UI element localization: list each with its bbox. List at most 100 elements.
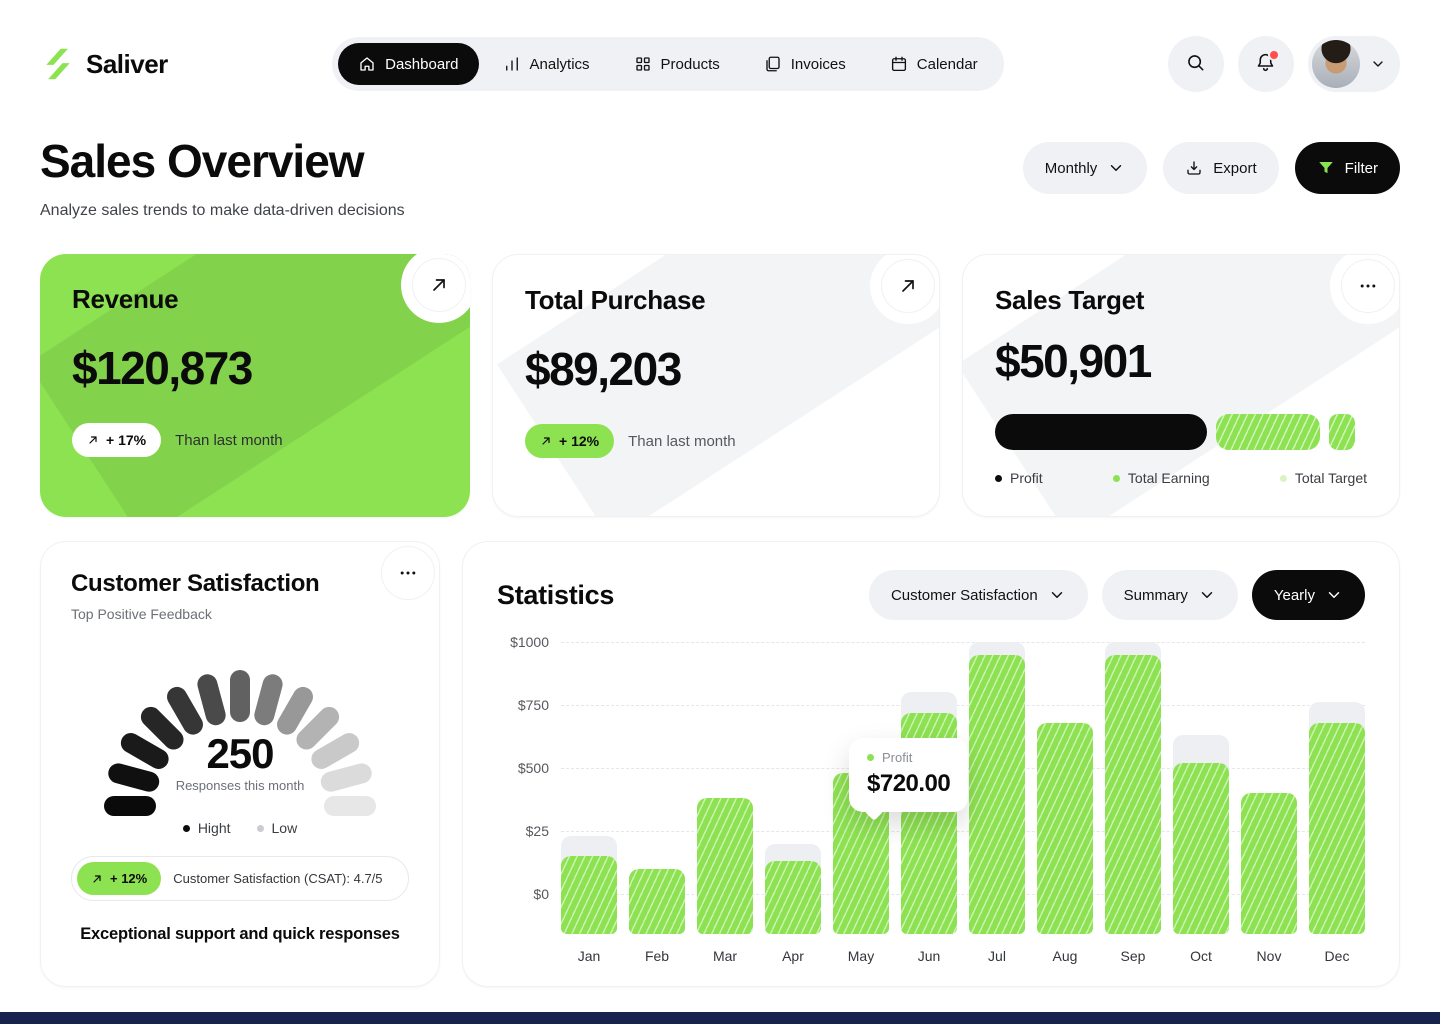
- progress-segment-total-target: [1329, 414, 1355, 450]
- chart-column-oct: Oct: [1173, 642, 1229, 934]
- satisfaction-footer: Exceptional support and quick responses: [71, 925, 409, 944]
- x-axis-label: May: [833, 948, 889, 964]
- csat-pill: + 12% Customer Satisfaction (CSAT): 4.7/…: [71, 856, 409, 901]
- satisfaction-title: Customer Satisfaction: [71, 570, 409, 598]
- y-axis-tick: $0: [497, 886, 549, 902]
- x-axis-label: Dec: [1309, 948, 1365, 964]
- sales-dashboard: Saliver DashboardAnalyticsProductsInvoic…: [0, 0, 1440, 1024]
- user-menu[interactable]: [1308, 36, 1400, 92]
- tooltip-value: $720.00: [867, 770, 950, 798]
- summary-dropdown[interactable]: Summary: [1102, 570, 1238, 620]
- y-axis-tick: $25: [497, 823, 549, 839]
- period-dropdown[interactable]: Monthly: [1023, 142, 1148, 194]
- chart-column-mar: Mar: [697, 642, 753, 934]
- progress-segment-total-earning: [1216, 414, 1320, 450]
- gauge-segment: [230, 670, 250, 722]
- arrow-up-right-icon: [898, 276, 918, 296]
- legend-item-hight: Hight: [183, 820, 231, 836]
- gauge-segment: [104, 796, 156, 816]
- main-nav: DashboardAnalyticsProductsInvoicesCalend…: [332, 37, 1004, 91]
- purchase-delta-badge: + 12%: [525, 424, 614, 458]
- y-axis-tick: $500: [497, 760, 549, 776]
- chart-column-dec: Dec: [1309, 642, 1365, 934]
- stats-row: Revenue $120,873 + 17% Than last month T…: [40, 254, 1400, 517]
- revenue-delta-badge: + 17%: [72, 423, 161, 457]
- nav-item-invoices[interactable]: Invoices: [744, 43, 866, 85]
- legend-dot-icon: [995, 475, 1002, 482]
- customer-satisfaction-card: Customer Satisfaction Top Positive Feedb…: [40, 541, 440, 987]
- satisfaction-legend: Hight Low: [71, 820, 409, 836]
- range-dropdown[interactable]: Yearly: [1252, 570, 1365, 620]
- gauge-segment: [324, 796, 376, 816]
- home-icon: [358, 55, 376, 73]
- x-axis-label: Oct: [1173, 948, 1229, 964]
- page-head: Sales Overview Analyze sales trends to m…: [40, 134, 1400, 220]
- bottom-row: Customer Satisfaction Top Positive Feedb…: [40, 541, 1400, 987]
- profit-bar[interactable]: [629, 869, 685, 934]
- legend-dot-icon: [183, 825, 190, 832]
- x-axis-label: Feb: [629, 948, 685, 964]
- revenue-open-button[interactable]: [412, 258, 466, 312]
- chevron-down-icon: [1107, 159, 1125, 177]
- trend-up-icon: [540, 435, 552, 447]
- purchase-open-button[interactable]: [881, 259, 935, 313]
- profit-bar[interactable]: [561, 856, 617, 934]
- profit-bar[interactable]: [1105, 655, 1161, 934]
- target-progress: [995, 414, 1367, 450]
- trend-up-icon: [91, 873, 103, 885]
- profit-bar[interactable]: [1037, 723, 1093, 934]
- nav-item-dashboard[interactable]: Dashboard: [338, 43, 478, 85]
- topbar: Saliver DashboardAnalyticsProductsInvoic…: [40, 36, 1400, 92]
- notification-dot: [1270, 51, 1278, 59]
- search-button[interactable]: [1168, 36, 1224, 92]
- bottom-strip: [0, 1012, 1440, 1024]
- filter-icon: [1317, 159, 1335, 177]
- sales-target-card: Sales Target $50,901 ProfitTotal Earning…: [962, 254, 1400, 517]
- statistics-filters: Customer Satisfaction Summary Yearly: [869, 570, 1365, 620]
- legend-dot-icon: [1280, 475, 1287, 482]
- nav-item-products[interactable]: Products: [614, 43, 740, 85]
- y-axis-tick: $750: [497, 697, 549, 713]
- x-axis-label: Apr: [765, 948, 821, 964]
- profit-bar[interactable]: [1309, 723, 1365, 934]
- profit-bar[interactable]: [697, 798, 753, 934]
- revenue-delta-note: Than last month: [175, 432, 283, 449]
- download-icon: [1185, 159, 1203, 177]
- purchase-title: Total Purchase: [525, 285, 907, 316]
- products-icon: [634, 55, 652, 73]
- chart-column-jul: Jul: [969, 642, 1025, 934]
- satisfaction-subtitle: Top Positive Feedback: [71, 606, 409, 622]
- legend-item-total-target: Total Target: [1280, 470, 1367, 486]
- target-menu-button[interactable]: [1341, 259, 1395, 313]
- legend-item-low: Low: [257, 820, 298, 836]
- satisfaction-menu-button[interactable]: [381, 546, 435, 600]
- chevron-down-icon: [1198, 586, 1216, 604]
- statistics-card: Statistics Customer Satisfaction Summary: [462, 541, 1400, 987]
- x-axis-label: Sep: [1105, 948, 1161, 964]
- x-axis-label: Jan: [561, 948, 617, 964]
- metric-dropdown[interactable]: Customer Satisfaction: [869, 570, 1088, 620]
- nav-item-calendar[interactable]: Calendar: [870, 43, 998, 85]
- analytics-icon: [503, 55, 521, 73]
- satisfaction-gauge: 250 Responses this month: [90, 638, 390, 806]
- purchase-value: $89,203: [525, 342, 907, 396]
- profit-dot-icon: [867, 754, 874, 761]
- statistics-title: Statistics: [497, 580, 614, 611]
- export-button[interactable]: Export: [1163, 142, 1278, 194]
- nav-item-analytics[interactable]: Analytics: [483, 43, 610, 85]
- target-legend: ProfitTotal EarningTotal Target: [995, 470, 1367, 486]
- filter-button[interactable]: Filter: [1295, 142, 1400, 194]
- chevron-down-icon: [1048, 586, 1066, 604]
- profit-bar[interactable]: [765, 861, 821, 934]
- revenue-card: Revenue $120,873 + 17% Than last month: [40, 254, 470, 517]
- chart-column-nov: Nov: [1241, 642, 1297, 934]
- invoices-icon: [764, 55, 782, 73]
- notifications-button[interactable]: [1238, 36, 1294, 92]
- profit-bar[interactable]: [969, 655, 1025, 934]
- profit-bar[interactable]: [1241, 793, 1297, 934]
- legend-dot-icon: [1113, 475, 1120, 482]
- trend-up-icon: [87, 434, 99, 446]
- avatar: [1312, 40, 1360, 88]
- revenue-value: $120,873: [72, 341, 438, 395]
- profit-bar[interactable]: [1173, 763, 1229, 934]
